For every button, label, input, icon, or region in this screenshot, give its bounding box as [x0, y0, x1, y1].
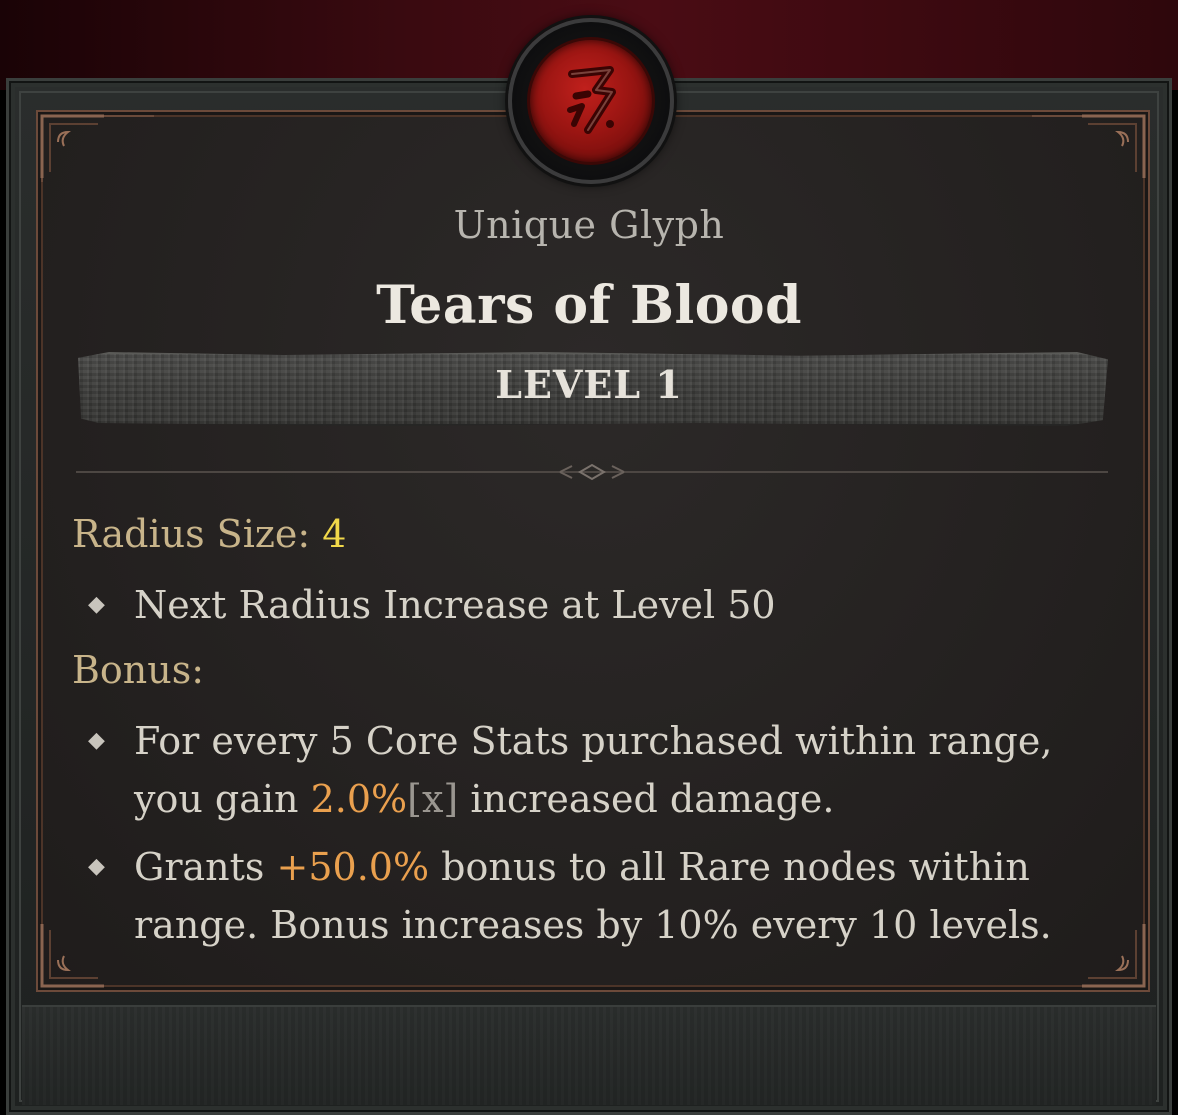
- rare-node-bonus-value: +50.0%: [276, 845, 430, 889]
- bonus-line-1b-prefix: you gain: [134, 777, 311, 821]
- bonus-line-2a-prefix: Grants: [134, 845, 277, 889]
- list-item: ◆ For every 5 Core Stats purchased withi…: [88, 712, 1088, 828]
- red-glyph-rune-icon: [567, 66, 616, 134]
- bonus-line-1b-suffix: increased damage.: [458, 777, 835, 821]
- list-item: ◆ Next Radius Increase at Level 50: [88, 576, 1088, 634]
- glyph-emblem-core: [530, 40, 652, 162]
- radius-size-value: 4: [322, 512, 347, 556]
- list-item: ◆ Grants +50.0% bonus to all Rare nodes …: [88, 838, 1088, 954]
- bonus-label: Bonus:: [72, 648, 205, 692]
- level-label: LEVEL 1: [495, 362, 683, 407]
- bottom-strip: [22, 1005, 1156, 1105]
- bonus-line-2b: range. Bonus increases by 10% every 10 l…: [134, 903, 1052, 947]
- radius-size-label: Radius Size:: [72, 512, 311, 556]
- diamond-bullet-icon: ◆: [88, 592, 105, 617]
- item-name: Tears of Blood: [376, 275, 802, 336]
- multiplier-tag: [x]: [407, 777, 459, 821]
- bonus-line-2a-suffix: bonus to all Rare nodes within: [429, 845, 1030, 889]
- diamond-bullet-icon: ◆: [88, 854, 105, 879]
- radius-size: Radius Size: 4: [72, 512, 346, 556]
- next-radius-note: Next Radius Increase at Level 50: [134, 583, 776, 627]
- damage-bonus-value: 2.0%: [310, 777, 408, 821]
- glyph-emblem: [508, 18, 674, 184]
- section-divider: [76, 463, 1108, 481]
- bonus-line-1a: For every 5 Core Stats purchased within …: [134, 719, 1053, 763]
- diamond-bullet-icon: ◆: [88, 728, 105, 753]
- item-type: Unique Glyph: [453, 203, 725, 247]
